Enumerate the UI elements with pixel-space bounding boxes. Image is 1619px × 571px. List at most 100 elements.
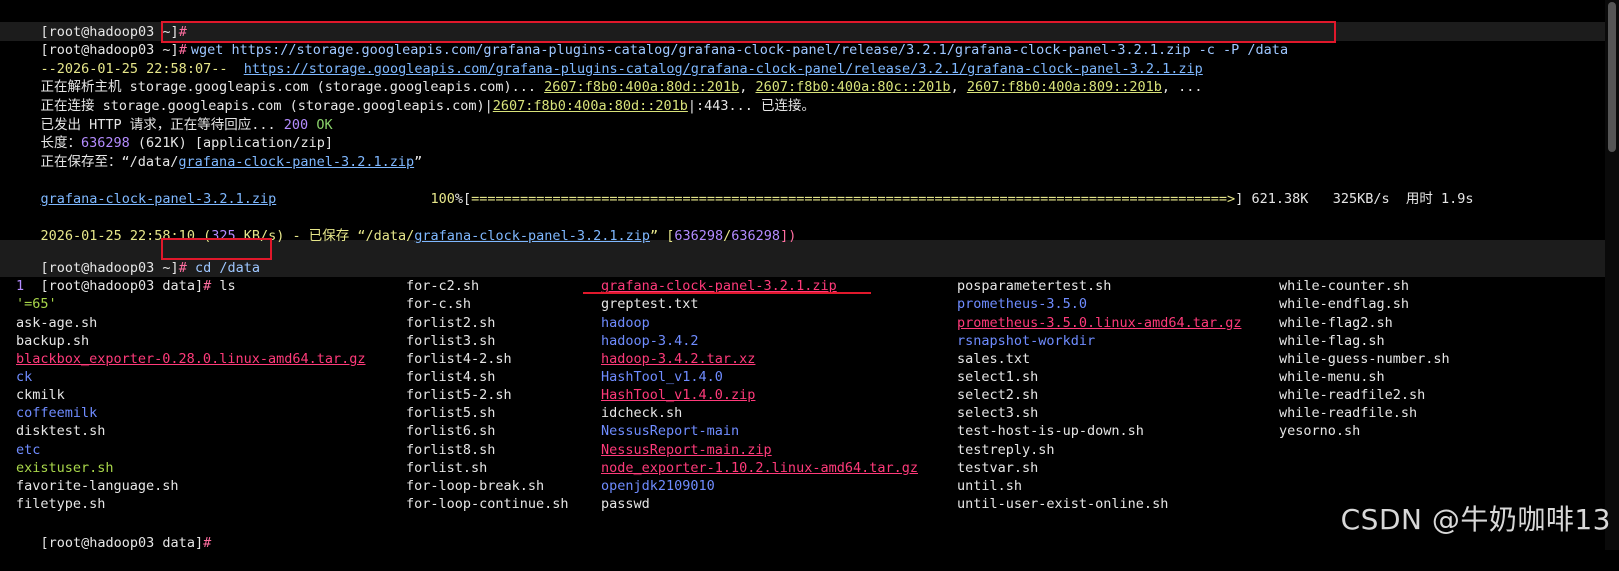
quote: ” [: [649, 228, 675, 245]
ls-entry: for-loop-break.sh: [406, 477, 545, 494]
bytes-received: 636298: [674, 228, 724, 245]
progress-bar-fill: ========================================…: [471, 190, 1236, 207]
ls-command[interactable]: ls: [211, 278, 235, 294]
terminal-line: [root@hadoop03 data]# ls: [8, 259, 236, 294]
terminal-line: 正在保存至：“/data/grafana-clock-panel-3.2.1.z…: [8, 134, 423, 170]
ls-entry: 1: [16, 278, 25, 295]
ls-entry: forlist.sh: [406, 459, 488, 476]
shell-prompt: [root@hadoop03 data]: [40, 278, 204, 295]
ls-entry: while-flag.sh: [1279, 332, 1385, 349]
ls-entry: idcheck.sh: [601, 405, 683, 422]
ls-entry: testreply.sh: [957, 441, 1055, 458]
save-label: 正在保存至：“/data/: [40, 153, 179, 170]
ls-entry: posparametertest.sh: [957, 278, 1112, 295]
saved-filename: grafana-clock-panel-3.2.1.zip: [414, 228, 650, 245]
ls-entry: HashTool_v1.4.0: [601, 368, 723, 385]
terminal-line: 2026-01-25 22:58:10 (325 KB/s) - 已保存 “/d…: [8, 209, 797, 244]
terminal-line: --2026-01-25 22:58:07-- https://storage.…: [8, 41, 1203, 77]
watermark: CSDN @牛奶咖啡13: [1340, 503, 1611, 536]
progress-bar: 100%[===================================…: [398, 171, 1474, 207]
ls-entry: sales.txt: [957, 350, 1031, 367]
shell-prompt: [root@hadoop03 data]: [40, 534, 204, 551]
ls-entry: while-counter.sh: [1279, 278, 1410, 295]
bytes-total: 636298: [731, 228, 781, 245]
wget-highlight-box: [161, 21, 1336, 43]
ls-entry: '=65': [16, 296, 57, 313]
ls-entry: ck: [16, 368, 33, 385]
cursor: [211, 535, 219, 551]
ls-entry: while-readfile2.sh: [1279, 387, 1426, 404]
ls-entry: filetype.sh: [16, 496, 106, 512]
ls-entry: coffeemilk: [16, 405, 98, 422]
cd-highlight-box: [161, 238, 272, 260]
progress-bar-open: %[: [454, 190, 472, 207]
ls-entry: openjdk2109010: [601, 477, 715, 494]
ls-entry: for-c2.sh: [406, 278, 480, 295]
progress-percent: 100: [430, 190, 455, 207]
terminal-line: 已发出 HTTP 请求，正在等待回应... 200 OK: [8, 97, 333, 133]
ls-entry: node_exporter-1.10.2.linux-amd64.tar.gz: [601, 459, 918, 476]
terminal-line: 长度：636298 (621K) [application/zip]: [8, 116, 333, 151]
ls-entry: HashTool_v1.4.0.zip: [601, 387, 756, 404]
download-progress-line: grafana-clock-panel-3.2.1.zip: [8, 171, 277, 207]
ls-entry: NessusReport-main.zip: [601, 441, 772, 458]
ls-entry: passwd: [601, 496, 650, 512]
ls-entry: prometheus-3.5.0: [957, 296, 1088, 313]
ls-entry: prometheus-3.5.0.linux-amd64.tar.gz: [957, 314, 1242, 331]
prompt-symbol: #: [203, 278, 212, 295]
ls-entry: NessusReport-main: [601, 423, 740, 440]
ls-entry: test-host-is-up-down.sh: [957, 423, 1144, 440]
ls-entry: forlist4-2.sh: [406, 350, 512, 367]
ls-entry: backup.sh: [16, 332, 90, 349]
ls-entry: while-endflag.sh: [1279, 296, 1410, 313]
ls-entry: forlist5-2.sh: [406, 387, 512, 404]
ls-entry: etc: [16, 441, 41, 458]
ls-entry: while-guess-number.sh: [1279, 350, 1450, 367]
ls-entry: ask-age.sh: [16, 314, 98, 331]
ls-entry: rsnapshot-workdir: [957, 332, 1096, 349]
zip-underline-annotation: [583, 292, 871, 294]
ls-entry: forlist3.sh: [406, 332, 496, 349]
progress-stats: 621.38K 325KB/s 用时 1.9s: [1243, 190, 1474, 207]
connect-status: |:443... 已连接。: [687, 97, 816, 114]
ls-entry: disktest.sh: [16, 423, 106, 440]
ls-entry: greptest.txt: [601, 296, 699, 313]
ls-entry: hadoop: [601, 314, 650, 331]
ip-address: 2607:f8b0:400a:80d::201b: [492, 97, 688, 114]
ls-entry: until-user-exist-online.sh: [957, 496, 1169, 512]
ellipsis: , ...: [1161, 79, 1203, 96]
ls-entry: favorite-language.sh: [16, 477, 179, 494]
terminal-line: [root@hadoop03 data]#: [8, 515, 219, 551]
quote: ”: [414, 153, 423, 170]
ls-entry: hadoop-3.4.2.tar.xz: [601, 350, 756, 367]
prompt-symbol: #: [203, 534, 212, 551]
terminal-line: 正在解析主机 storage.googleapis.com (storage.g…: [8, 60, 1203, 95]
terminal-window[interactable]: [root@hadoop03 ~]# [root@hadoop03 ~]# wge…: [0, 0, 1619, 551]
ls-entry: while-menu.sh: [1279, 368, 1385, 385]
scrollbar-thumb[interactable]: [1608, 2, 1616, 152]
saved-filename: grafana-clock-panel-3.2.1.zip: [178, 153, 415, 170]
separator: ,: [950, 79, 967, 96]
ls-entry: forlist4.sh: [406, 368, 496, 385]
ls-entry: for-loop-continue.sh: [406, 496, 569, 512]
ls-entry: select2.sh: [957, 387, 1039, 404]
ip-address: 2607:f8b0:400a:809::201b: [966, 79, 1162, 96]
ls-entry: while-readfile.sh: [1279, 405, 1418, 422]
terminal-line: 正在连接 storage.googleapis.com (storage.goo…: [8, 78, 816, 114]
ls-entry: select1.sh: [957, 368, 1039, 385]
ls-entry: while-flag2.sh: [1279, 314, 1393, 331]
ls-entry: hadoop-3.4.2: [601, 332, 699, 349]
ls-entry: forlist6.sh: [406, 423, 496, 440]
scrollbar[interactable]: [1605, 0, 1619, 550]
progress-filename: grafana-clock-panel-3.2.1.zip: [40, 190, 277, 207]
ls-entry: existuser.sh: [16, 459, 114, 476]
ls-entry: blackbox_exporter-0.28.0.linux-amd64.tar…: [16, 350, 366, 367]
terminal-line: [root@hadoop03 ~]#: [8, 4, 187, 40]
ls-entry: for-c.sh: [406, 296, 472, 313]
ls-entry: until.sh: [957, 477, 1023, 494]
bracket: ]): [780, 228, 797, 245]
ls-entry: forlist5.sh: [406, 405, 496, 422]
ls-entry: ckmilk: [16, 387, 65, 404]
ls-entry: forlist8.sh: [406, 441, 496, 458]
ls-entry: forlist2.sh: [406, 314, 496, 331]
